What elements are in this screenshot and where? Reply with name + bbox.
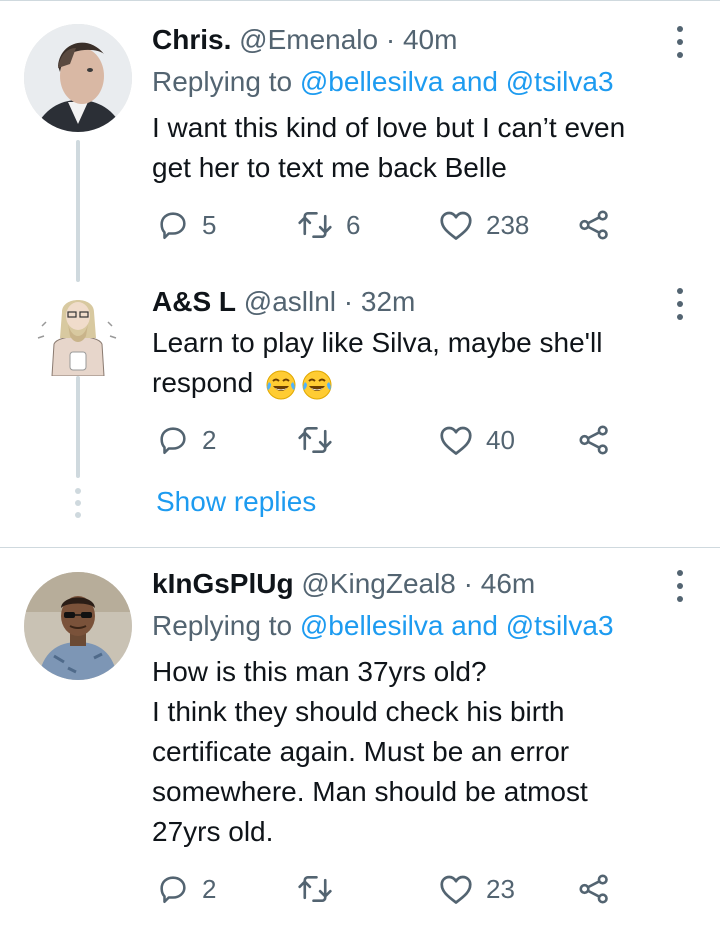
like-button[interactable]: 23 [438,869,515,909]
timestamp[interactable]: 40m [403,24,457,55]
display-name[interactable]: A&S L [152,286,236,317]
share-button[interactable] [578,869,610,909]
handle[interactable]: @KingZeal8 [301,568,456,599]
reply-count: 2 [202,874,217,904]
reply-button[interactable]: 5 [156,205,216,245]
reply-count: 2 [202,425,217,455]
like-button[interactable]: 238 [438,205,529,245]
retweet-button[interactable] [296,420,346,460]
avatar[interactable] [24,288,132,376]
tweet-text-line: respond [152,367,254,398]
tweet-text-line: How is this man 37yrs old? [152,656,487,687]
thread-line [76,376,80,478]
reply-button[interactable]: 2 [156,420,216,460]
replying-to: Replying to @bellesilva and @tsilva3 [152,64,614,100]
reply-icon [160,427,186,455]
separator: · [385,24,396,55]
more-icon[interactable] [672,26,688,58]
share-button[interactable] [578,420,610,460]
tweet-text-line: get her to text me back Belle [152,152,507,183]
thread-collapse-dots [73,488,83,518]
like-count: 238 [486,210,530,240]
heart-icon [440,426,472,455]
retweet-count: 6 [346,210,361,240]
retweet-icon [298,875,332,903]
retweet-icon [298,426,332,454]
tweet-text: I want this kind of love but I can’t eve… [152,108,672,188]
timestamp[interactable]: 46m [481,568,535,599]
separator: · [343,286,354,317]
top-divider [0,0,720,1]
tweet-header: A&S L @asllnl · 32m [152,284,415,320]
display-name[interactable]: Chris. [152,24,231,55]
separator: · [463,568,473,599]
reply-count: 5 [202,210,217,240]
tweet-text-line: certificate again. Must be an error [152,736,570,767]
like-count: 23 [486,874,515,904]
handle[interactable]: @Emenalo [239,24,378,55]
tweet-text-line-with-emoji: respond [152,363,672,403]
thread-divider [0,547,720,548]
avatar[interactable] [24,572,132,680]
tweet-text-line: Learn to play like Silva, maybe she'll [152,327,603,358]
replying-to-label: Replying to [152,610,293,641]
handle[interactable]: @asllnl [244,286,336,317]
display-name[interactable]: kInGsPlUg [152,568,294,599]
heart-icon [440,211,472,240]
more-icon[interactable] [672,570,688,602]
thread-line [76,140,80,282]
timestamp[interactable]: 32m [361,286,415,317]
avatar[interactable] [24,24,132,132]
tweet-text-line: somewhere. Man should be atmost [152,776,588,807]
tweet-text-line: 27yrs old. [152,816,274,847]
tweet-text-line: I want this kind of love but I can’t eve… [152,112,626,143]
tweet-text: How is this man 37yrs old? I think they … [152,652,672,852]
share-icon [579,425,608,455]
reply-icon [160,212,186,240]
tears-of-joy-emoji [266,370,296,400]
tweet-text: Learn to play like Silva, maybe she'll r… [152,323,672,403]
share-button[interactable] [578,205,610,245]
tears-of-joy-emoji [302,370,332,400]
heart-icon [440,875,472,904]
retweet-button[interactable] [296,869,346,909]
like-count: 40 [486,425,515,455]
retweet-button[interactable]: 6 [296,205,360,245]
replying-to-mentions[interactable]: @bellesilva and @tsilva3 [300,610,614,641]
retweet-icon [298,211,332,239]
tweet-header: kInGsPlUg @KingZeal8 · 46m [152,566,535,602]
share-icon [579,874,608,904]
tweet-text-line: I think they should check his birth [152,696,565,727]
like-button[interactable]: 40 [438,420,515,460]
reply-button[interactable]: 2 [156,869,216,909]
reply-icon [160,876,186,904]
replying-to: Replying to @bellesilva and @tsilva3 [152,608,614,644]
replying-to-label: Replying to [152,66,293,97]
more-icon[interactable] [672,288,688,320]
tweet-header: Chris. @Emenalo · 40m [152,22,457,58]
share-icon [579,210,608,240]
replying-to-mentions[interactable]: @bellesilva and @tsilva3 [300,66,614,97]
show-replies-link[interactable]: Show replies [156,484,316,520]
